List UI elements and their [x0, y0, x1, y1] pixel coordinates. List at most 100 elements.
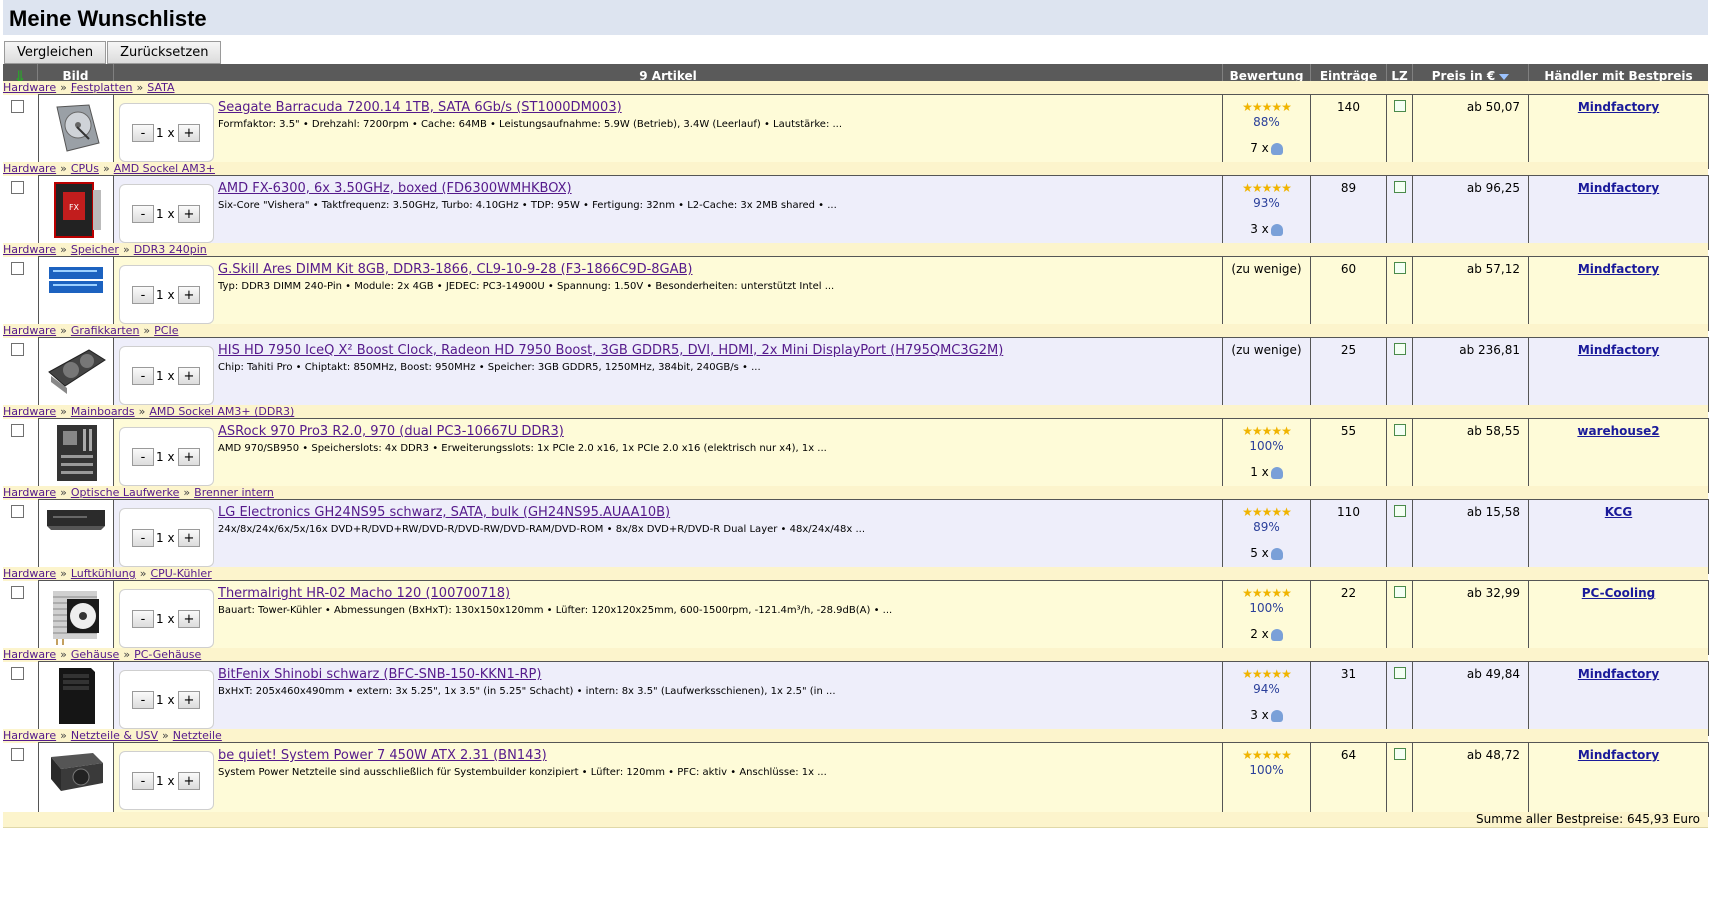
quantity-increase-button[interactable]: + — [178, 367, 200, 385]
rating-percent[interactable]: 88% — [1223, 115, 1310, 129]
product-name-link[interactable]: ASRock 970 Pro3 R2.0, 970 (dual PC3-1066… — [218, 424, 564, 439]
product-name-link[interactable]: G.Skill Ares DIMM Kit 8GB, DDR3-1866, CL… — [218, 262, 693, 277]
best-price[interactable]: ab 15,58 — [1413, 505, 1528, 519]
breadcrumb-link[interactable]: Hardware — [3, 243, 56, 256]
product-name-link[interactable]: BitFenix Shinobi schwarz (BFC-SNB-150-KK… — [218, 667, 541, 682]
quantity-decrease-button[interactable]: - — [132, 205, 154, 223]
breadcrumb-link[interactable]: Hardware — [3, 486, 56, 499]
product-image[interactable] — [45, 666, 107, 726]
select-checkbox[interactable] — [11, 667, 24, 680]
reset-button[interactable]: Zurücksetzen — [107, 41, 222, 64]
breadcrumb-link[interactable]: Hardware — [3, 81, 56, 94]
breadcrumb-link[interactable]: Brenner intern — [194, 486, 274, 499]
lz-checkbox[interactable] — [1393, 667, 1406, 679]
breadcrumb-link[interactable]: DDR3 240pin — [134, 243, 207, 256]
breadcrumb-link[interactable]: SATA — [147, 81, 174, 94]
breadcrumb-link[interactable]: Speicher — [71, 243, 119, 256]
product-image[interactable] — [45, 99, 107, 159]
rating-percent[interactable]: 100% — [1223, 763, 1310, 777]
ratings-count-label[interactable]: 1 x — [1250, 465, 1269, 479]
ratings-count-label[interactable]: 7 x — [1250, 141, 1269, 155]
lz-checkbox[interactable] — [1393, 343, 1406, 355]
product-name-link[interactable]: HIS HD 7950 IceQ X² Boost Clock, Radeon … — [218, 343, 1003, 358]
breadcrumb-link[interactable]: AMD Sockel AM3+ — [114, 162, 215, 175]
best-price[interactable]: ab 48,72 — [1413, 748, 1528, 762]
merchant-link[interactable]: KCG — [1529, 505, 1708, 519]
ratings-count[interactable]: 3 x — [1223, 222, 1310, 236]
merchant-link[interactable]: Mindfactory — [1529, 343, 1708, 357]
select-checkbox[interactable] — [11, 424, 24, 437]
merchant-link[interactable]: Mindfactory — [1529, 181, 1708, 195]
compare-button[interactable]: Vergleichen — [4, 41, 107, 64]
best-price[interactable]: ab 96,25 — [1413, 181, 1528, 195]
product-image[interactable] — [45, 261, 107, 321]
product-image[interactable] — [45, 585, 107, 645]
merchant-link[interactable]: Mindfactory — [1529, 100, 1708, 114]
quantity-increase-button[interactable]: + — [178, 448, 200, 466]
lz-checkbox[interactable] — [1393, 100, 1406, 112]
ratings-count[interactable]: 1 x — [1223, 465, 1310, 479]
product-image[interactable] — [45, 342, 107, 402]
sort-desc-icon[interactable] — [1499, 73, 1510, 80]
ratings-count[interactable]: 5 x — [1223, 546, 1310, 560]
lz-checkbox[interactable] — [1393, 505, 1406, 517]
select-checkbox[interactable] — [11, 181, 24, 194]
best-price[interactable]: ab 58,55 — [1413, 424, 1528, 438]
product-image[interactable]: FX — [45, 180, 107, 240]
best-price[interactable]: ab 57,12 — [1413, 262, 1528, 276]
lz-checkbox[interactable] — [1393, 424, 1406, 436]
breadcrumb-link[interactable]: PCIe — [154, 324, 178, 337]
breadcrumb-link[interactable]: Netzteile & USV — [71, 729, 158, 742]
quantity-decrease-button[interactable]: - — [132, 610, 154, 628]
product-name-link[interactable]: AMD FX-6300, 6x 3.50GHz, boxed (FD6300WM… — [218, 181, 572, 196]
quantity-increase-button[interactable]: + — [178, 610, 200, 628]
select-checkbox[interactable] — [11, 100, 24, 113]
ratings-count-label[interactable]: 2 x — [1250, 627, 1269, 641]
ratings-count-label[interactable]: 5 x — [1250, 546, 1269, 560]
quantity-decrease-button[interactable]: - — [132, 367, 154, 385]
rating-percent[interactable]: 94% — [1223, 682, 1310, 696]
breadcrumb-link[interactable]: Hardware — [3, 324, 56, 337]
lz-checkbox[interactable] — [1393, 262, 1406, 274]
breadcrumb-link[interactable]: Hardware — [3, 567, 56, 580]
quantity-decrease-button[interactable]: - — [132, 691, 154, 709]
merchant-link[interactable]: Mindfactory — [1529, 748, 1708, 762]
quantity-decrease-button[interactable]: - — [132, 286, 154, 304]
breadcrumb-link[interactable]: CPUs — [71, 162, 99, 175]
quantity-decrease-button[interactable]: - — [132, 529, 154, 547]
merchant-link[interactable]: Mindfactory — [1529, 667, 1708, 681]
rating-percent[interactable]: 93% — [1223, 196, 1310, 210]
select-checkbox[interactable] — [11, 748, 24, 761]
product-image[interactable] — [45, 423, 107, 483]
breadcrumb-link[interactable]: Hardware — [3, 729, 56, 742]
select-checkbox[interactable] — [11, 586, 24, 599]
product-name-link[interactable]: Seagate Barracuda 7200.14 1TB, SATA 6Gb/… — [218, 100, 622, 115]
quantity-increase-button[interactable]: + — [178, 124, 200, 142]
lz-checkbox[interactable] — [1393, 181, 1406, 193]
breadcrumb-link[interactable]: PC-Gehäuse — [134, 648, 201, 661]
breadcrumb-link[interactable]: CPU-Kühler — [150, 567, 211, 580]
breadcrumb-link[interactable]: Grafikkarten — [71, 324, 140, 337]
ratings-count[interactable]: 7 x — [1223, 141, 1310, 155]
ratings-count[interactable]: 3 x — [1223, 708, 1310, 722]
quantity-decrease-button[interactable]: - — [132, 772, 154, 790]
best-price[interactable]: ab 236,81 — [1413, 343, 1528, 357]
quantity-increase-button[interactable]: + — [178, 691, 200, 709]
breadcrumb-link[interactable]: AMD Sockel AM3+ (DDR3) — [149, 405, 294, 418]
breadcrumb-link[interactable]: Hardware — [3, 162, 56, 175]
breadcrumb-link[interactable]: Hardware — [3, 405, 56, 418]
ratings-count[interactable]: 2 x — [1223, 627, 1310, 641]
breadcrumb-link[interactable]: Gehäuse — [71, 648, 119, 661]
merchant-link[interactable]: warehouse2 — [1529, 424, 1708, 438]
breadcrumb-link[interactable]: Netzteile — [173, 729, 222, 742]
breadcrumb-link[interactable]: Hardware — [3, 648, 56, 661]
quantity-increase-button[interactable]: + — [178, 205, 200, 223]
product-image[interactable] — [45, 747, 107, 807]
breadcrumb-link[interactable]: Optische Laufwerke — [71, 486, 180, 499]
breadcrumb-link[interactable]: Mainboards — [71, 405, 135, 418]
quantity-decrease-button[interactable]: - — [132, 124, 154, 142]
lz-checkbox[interactable] — [1393, 586, 1406, 598]
ratings-count-label[interactable]: 3 x — [1250, 222, 1269, 236]
rating-percent[interactable]: 100% — [1223, 439, 1310, 453]
product-name-link[interactable]: LG Electronics GH24NS95 schwarz, SATA, b… — [218, 505, 670, 520]
